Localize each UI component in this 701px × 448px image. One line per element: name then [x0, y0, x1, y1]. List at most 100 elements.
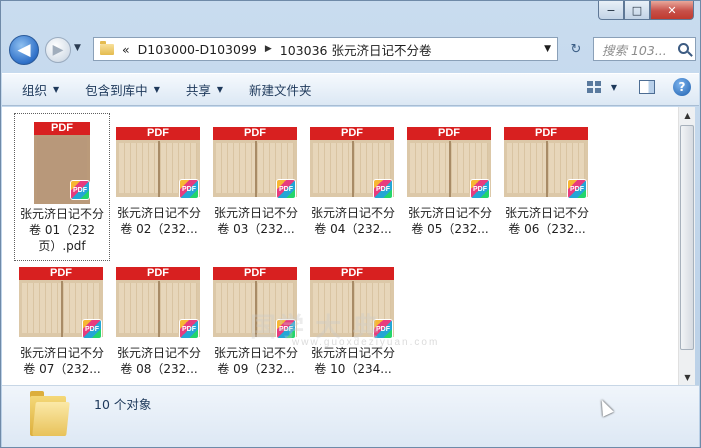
change-view-icon[interactable]	[586, 81, 601, 93]
file-name-line: 张元济日记不分	[19, 346, 104, 360]
search-input[interactable]: 搜索 103...	[593, 37, 696, 61]
file-item[interactable]: PDF PDF 张元济日记不分卷 08（232...	[111, 253, 207, 401]
address-bar[interactable]: « D103000-D103099 ▶ 103036 张元济日记不分卷 ▼	[93, 37, 558, 61]
pdf-file-icon: PDF	[70, 180, 90, 200]
file-name-line: 张元济日记不分	[310, 206, 395, 220]
pdf-file-icon: PDF	[567, 179, 587, 199]
file-name-line: 张元济日记不分	[19, 207, 104, 221]
chevron-down-icon: ▼	[216, 85, 224, 94]
organize-button[interactable]: 组织 ▼	[16, 78, 65, 102]
address-dropdown-icon[interactable]: ▼	[544, 44, 551, 54]
file-name-line: 卷 06（232...	[508, 222, 586, 236]
pdf-file-icon: PDF	[179, 319, 199, 339]
file-name-line: 卷 03（232...	[217, 222, 295, 236]
file-item[interactable]: PDF PDF 张元济日记不分卷 02（232...	[111, 113, 207, 261]
file-item[interactable]: PDF PDF 张元济日记不分卷 04（232...	[305, 113, 401, 261]
view-options-dropdown-icon[interactable]: ▼	[611, 83, 617, 92]
pdf-band-label: PDF	[407, 127, 491, 140]
back-button[interactable]: ◀	[9, 35, 39, 65]
file-name-line: 页）.pdf	[38, 239, 86, 253]
file-name: 张元济日记不分卷 07（232...	[12, 345, 112, 377]
pdf-band-label: PDF	[116, 267, 200, 280]
file-item[interactable]: PDF PDF 张元济日记不分卷 07（232...	[14, 253, 110, 401]
caption-buttons: − □ ✕	[598, 1, 694, 20]
pdf-band-label: PDF	[34, 122, 90, 135]
include-in-library-button[interactable]: 包含到库中 ▼	[79, 78, 166, 102]
file-list[interactable]: PDF PDF 张元济日记不分卷 01（232 页）.pdf PDF PDF 张元济日记不分…	[2, 107, 678, 385]
share-label: 共享	[185, 83, 211, 98]
pdf-file-icon: PDF	[276, 179, 296, 199]
folder-icon	[100, 40, 114, 55]
chevron-down-icon: ▼	[153, 85, 160, 94]
file-name-line: 卷 07（232...	[23, 362, 101, 376]
pdf-band-label: PDF	[19, 267, 103, 280]
vertical-scrollbar[interactable]: ▲ ▼	[678, 107, 695, 385]
refresh-icon[interactable]: ↻	[563, 37, 589, 61]
file-name-line: 张元济日记不分	[504, 206, 589, 220]
preview-pane-icon[interactable]	[639, 80, 655, 94]
share-button[interactable]: 共享 ▼	[180, 78, 229, 102]
file-name-line: 卷 04（232...	[314, 222, 392, 236]
pdf-band-label: PDF	[310, 127, 394, 140]
pdf-band-label: PDF	[213, 267, 297, 280]
close-button[interactable]: ✕	[650, 1, 694, 20]
breadcrumb-overflow[interactable]: «	[122, 42, 130, 57]
search-placeholder: 搜索 103...	[602, 42, 667, 58]
pdf-band-label: PDF	[310, 267, 394, 280]
watermark-url: www.guoxdeziyuan.com	[292, 337, 440, 348]
scroll-up-icon[interactable]: ▲	[679, 107, 696, 123]
pdf-band-label: PDF	[504, 127, 588, 140]
file-name-line: 张元济日记不分	[213, 206, 298, 220]
maximize-button[interactable]: □	[624, 1, 650, 20]
file-name: 张元济日记不分卷 02（232...	[109, 205, 209, 237]
details-pane: 10 个对象	[2, 385, 699, 447]
file-name-line: 张元济日记不分	[116, 346, 201, 360]
pdf-band-label: PDF	[213, 127, 297, 140]
file-item[interactable]: PDF PDF 张元济日记不分卷 03（232...	[208, 113, 304, 261]
file-name-line: 张元济日记不分	[407, 206, 492, 220]
pdf-file-icon: PDF	[82, 319, 102, 339]
file-name-line: 卷 10（234...	[314, 362, 392, 376]
search-icon[interactable]	[678, 43, 689, 54]
minimize-button[interactable]: −	[598, 1, 624, 20]
file-name: 张元济日记不分卷 09（232...	[206, 345, 306, 377]
navigation-bar: ◀ ▶ ▼ « D103000-D103099 ▶ 103036 张元济日记不分…	[7, 31, 696, 67]
pdf-file-icon: PDF	[470, 179, 490, 199]
breadcrumb-item-range[interactable]: D103000-D103099	[138, 42, 257, 57]
file-name-line: 卷 05（232...	[411, 222, 489, 236]
breadcrumb-item-current[interactable]: 103036 张元济日记不分卷	[280, 40, 432, 59]
file-name-line: 卷 02（232...	[120, 222, 198, 236]
help-icon[interactable]: ?	[673, 78, 691, 96]
folder-icon	[30, 390, 70, 438]
file-name: 张元济日记不分卷 08（232...	[109, 345, 209, 377]
file-name-line: 卷 08（232...	[120, 362, 198, 376]
breadcrumb-separator-icon[interactable]: ▶	[265, 44, 272, 54]
file-name-line: 张元济日记不分	[116, 206, 201, 220]
file-item[interactable]: PDF PDF 张元济日记不分卷 05（232...	[402, 113, 498, 261]
file-name: 张元济日记不分卷 03（232...	[206, 205, 306, 237]
scroll-down-icon[interactable]: ▼	[679, 369, 696, 385]
file-name-line: 卷 01（232	[29, 223, 95, 237]
file-name-line: 张元济日记不分	[213, 346, 298, 360]
forward-button[interactable]: ▶	[45, 37, 71, 63]
file-item[interactable]: PDF PDF 张元济日记不分卷 06（232...	[499, 113, 595, 261]
recent-pages-dropdown-icon[interactable]: ▼	[74, 43, 81, 53]
file-name: 张元济日记不分卷 05（232...	[400, 205, 500, 237]
file-name: 张元济日记不分卷 04（232...	[303, 205, 403, 237]
file-name-line: 卷 09（232...	[217, 362, 295, 376]
scrollbar-thumb[interactable]	[680, 125, 694, 350]
organize-label: 组织	[22, 83, 48, 98]
pdf-file-icon: PDF	[179, 179, 199, 199]
pdf-file-icon: PDF	[373, 179, 393, 199]
pdf-band-label: PDF	[116, 127, 200, 140]
item-count: 10 个对象	[94, 397, 152, 412]
file-item[interactable]: PDF PDF 张元济日记不分卷 01（232 页）.pdf	[14, 113, 110, 261]
file-name: 张元济日记不分卷 06（232...	[497, 205, 597, 237]
chevron-down-icon: ▼	[53, 85, 60, 94]
explorer-window: − □ ✕ ◀ ▶ ▼ « D103000-D103099 ▶ 103036 张…	[0, 0, 701, 448]
command-toolbar: 组织 ▼ 包含到库中 ▼ 共享 ▼ 新建文件夹 ▼ ?	[2, 73, 699, 106]
new-folder-button[interactable]: 新建文件夹	[243, 78, 318, 102]
toolbar-right-group: ▼ ?	[586, 78, 691, 96]
include-library-label: 包含到库中	[85, 83, 148, 98]
file-name: 张元济日记不分卷 01（232 页）.pdf	[13, 206, 111, 254]
